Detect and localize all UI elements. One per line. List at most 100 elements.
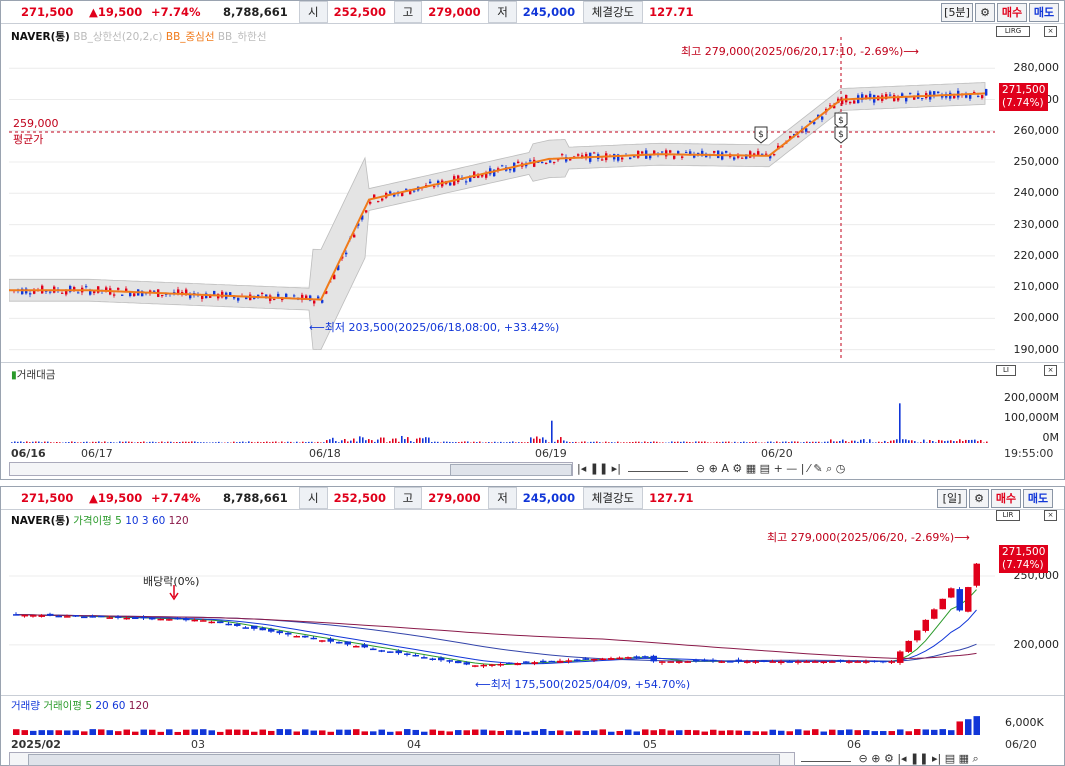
volume-bar bbox=[575, 441, 577, 443]
candle-body bbox=[733, 157, 736, 160]
clock-icon[interactable]: ◷ bbox=[836, 462, 846, 475]
daily-price-chart[interactable] bbox=[9, 521, 995, 693]
zoom-out-icon[interactable]: ⊖ bbox=[696, 462, 705, 475]
intraday-price-chart[interactable]: $ $ $ bbox=[9, 37, 995, 359]
candle-body bbox=[718, 661, 725, 663]
buy-button[interactable]: 매수 bbox=[997, 3, 1027, 22]
volume-bar bbox=[80, 442, 82, 443]
traded-value-chart[interactable] bbox=[9, 377, 995, 445]
axis-scale-tag[interactable]: LIRG bbox=[996, 26, 1030, 37]
pen-icon[interactable]: ✎ bbox=[813, 462, 822, 475]
grid-icon[interactable]: ▤ bbox=[945, 752, 955, 765]
zoom-out-icon[interactable]: ⊖ bbox=[859, 752, 868, 765]
scroll-thumb[interactable] bbox=[28, 754, 780, 766]
buy-button[interactable]: 매수 bbox=[991, 489, 1021, 508]
period-button[interactable]: [일] bbox=[937, 489, 967, 508]
gear-icon[interactable]: ⚙ bbox=[969, 489, 989, 508]
candle-body bbox=[237, 297, 240, 301]
volume-bar bbox=[718, 730, 725, 735]
zoom-in-icon[interactable]: ⊕ bbox=[709, 462, 718, 475]
close-icon[interactable]: × bbox=[1044, 510, 1057, 521]
volume-bar bbox=[923, 439, 925, 443]
pause-icon[interactable]: ❚❚ bbox=[910, 752, 928, 765]
zoom-in-icon[interactable]: ⊕ bbox=[871, 752, 880, 765]
volume-bar bbox=[803, 442, 805, 443]
volume-bar bbox=[752, 441, 754, 443]
y-tick-label: 220,000 bbox=[1013, 248, 1060, 262]
volume-bar bbox=[53, 442, 55, 443]
horizontal-scrollbar[interactable] bbox=[9, 752, 795, 766]
volume-bar bbox=[836, 441, 838, 443]
volume-bar bbox=[428, 437, 430, 443]
zoom-slider[interactable] bbox=[628, 471, 689, 472]
vol-axis-tag[interactable]: LI bbox=[996, 365, 1016, 376]
pause-icon[interactable]: ❚❚ bbox=[590, 462, 608, 475]
chart-type-icon[interactable]: ▦ bbox=[746, 462, 756, 475]
zoom-slider[interactable] bbox=[801, 761, 851, 762]
candle-body bbox=[30, 615, 37, 617]
volume-bar bbox=[684, 729, 691, 735]
current-price: 271,500 bbox=[21, 5, 74, 19]
volume-bar bbox=[242, 441, 244, 443]
search-icon[interactable]: ⌕ bbox=[973, 752, 979, 765]
settings-icon[interactable]: ⚙ bbox=[884, 752, 894, 765]
candle-body bbox=[863, 661, 870, 663]
volume-bar bbox=[380, 437, 382, 443]
date-tick: 05 bbox=[643, 738, 657, 751]
volume-bar bbox=[701, 441, 703, 443]
hline-icon[interactable]: — bbox=[786, 462, 797, 475]
volume-bar bbox=[523, 731, 530, 735]
daily-volume-chart[interactable] bbox=[9, 709, 995, 737]
sell-button[interactable]: 매도 bbox=[1023, 489, 1053, 508]
vline-icon[interactable]: | bbox=[801, 462, 805, 475]
volume-bar bbox=[693, 730, 700, 735]
horizontal-scrollbar[interactable] bbox=[9, 462, 573, 476]
period-button[interactable]: [5분] bbox=[941, 3, 973, 22]
chart-toolbar[interactable]: |◂ ❚❚ ▸| ⊖ ⊕ A ⚙ ▦ ▤ + — | ⁄ ✎ ⌕ ◷ bbox=[577, 462, 845, 476]
price-tag: 271,500 (7.74%) bbox=[999, 83, 1049, 111]
volume-bar bbox=[206, 442, 208, 443]
candle-body bbox=[599, 658, 606, 660]
text-tool-icon[interactable]: A bbox=[721, 462, 729, 475]
chart-toolbar[interactable]: ⊖ ⊕ ⚙ |◂ ❚❚ ▸| ▤ ▦ ⌕ bbox=[801, 752, 979, 766]
volume-bar bbox=[132, 731, 139, 735]
candle-body bbox=[123, 617, 130, 620]
volume-bar bbox=[212, 442, 214, 443]
candle-body bbox=[191, 619, 198, 622]
volume-bar bbox=[176, 442, 178, 443]
close-icon[interactable]: × bbox=[1044, 365, 1057, 376]
volume-bar bbox=[260, 442, 262, 443]
settings-icon[interactable]: ⚙ bbox=[732, 462, 742, 475]
first-icon[interactable]: |◂ bbox=[577, 462, 586, 475]
sell-button[interactable]: 매도 bbox=[1029, 3, 1059, 22]
trend-icon[interactable]: ⁄ bbox=[808, 462, 810, 475]
crosshair-icon[interactable]: + bbox=[774, 462, 783, 475]
gear-icon[interactable]: ⚙ bbox=[975, 3, 995, 22]
candle-body bbox=[741, 157, 744, 159]
volume-bar bbox=[827, 441, 829, 443]
candle-body bbox=[370, 648, 377, 651]
candle-body bbox=[880, 660, 887, 663]
scroll-thumb[interactable] bbox=[450, 464, 572, 476]
volume-bar bbox=[106, 730, 113, 735]
candle-body bbox=[681, 156, 684, 158]
volume-bar bbox=[948, 730, 955, 735]
candle-body bbox=[113, 294, 116, 296]
close-icon[interactable]: × bbox=[1044, 26, 1057, 37]
grid-icon[interactable]: ▤ bbox=[760, 462, 770, 475]
last-icon[interactable]: ▸| bbox=[612, 462, 621, 475]
volume-bar bbox=[191, 729, 198, 735]
chart-type-icon[interactable]: ▦ bbox=[959, 752, 969, 765]
candle-body bbox=[72, 615, 79, 617]
first-icon[interactable]: |◂ bbox=[897, 752, 906, 765]
volume-bar bbox=[635, 441, 637, 443]
volume-bar bbox=[179, 442, 181, 443]
last-icon[interactable]: ▸| bbox=[932, 752, 941, 765]
candle-body bbox=[744, 661, 751, 663]
candle-body bbox=[421, 657, 428, 659]
volume-bar bbox=[727, 730, 734, 735]
axis-scale-tag[interactable]: LIR bbox=[996, 510, 1020, 521]
candle-body bbox=[633, 656, 640, 658]
search-icon[interactable]: ⌕ bbox=[826, 462, 832, 475]
volume-bar bbox=[197, 442, 199, 443]
